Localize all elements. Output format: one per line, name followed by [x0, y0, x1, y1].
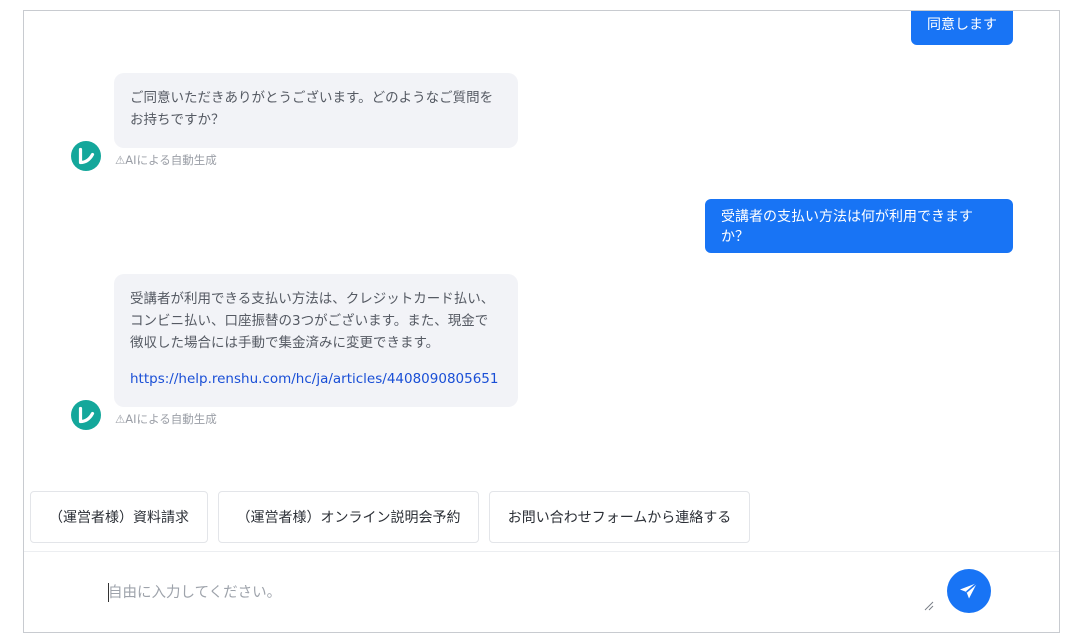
bot-message-bubble: 受講者が利用できる支払い方法は、クレジットカード払い、 コンビニ払い、口座振替の…	[114, 274, 518, 407]
bot-message-bubble: ご同意いただきありがとうございます。どのようなご質問を お持ちですか？	[114, 73, 518, 148]
user-message-bubble: 受講者の支払い方法は何が利用できますか？	[705, 199, 1013, 253]
bot-message-line: コンビニ払い、口座振替の3つがございます。また、現金で	[130, 313, 489, 329]
quick-reply-label: （運営者様）オンライン説明会予約	[236, 510, 461, 526]
bot-message-line: お持ちですか？	[130, 112, 225, 128]
ai-generated-note: ⚠AIによる自動生成	[115, 412, 217, 426]
bot-logo-icon	[78, 406, 95, 424]
quick-reply-label: お問い合わせフォームから連絡する	[507, 510, 732, 526]
paper-plane-icon	[960, 582, 978, 599]
user-message-text: 受講者の支払い方法は何が利用できますか？	[721, 209, 973, 245]
quick-reply-label: （運営者様）資料請求	[49, 510, 189, 526]
bot-avatar	[71, 400, 101, 430]
quick-reply-online-briefing[interactable]: （運営者様）オンライン説明会予約	[218, 491, 479, 543]
resize-grip-icon[interactable]	[922, 599, 934, 611]
quick-reply-document-request[interactable]: （運営者様）資料請求	[30, 491, 208, 543]
bot-avatar	[71, 141, 101, 171]
user-message-bubble: 同意します	[911, 11, 1013, 45]
bot-logo-icon	[78, 147, 95, 165]
bot-message-line: ご同意いただきありがとうございます。どのようなご質問を	[130, 90, 494, 106]
user-message-text: 同意します	[927, 17, 997, 33]
composer-divider	[24, 551, 1059, 552]
help-article-link[interactable]: https://help.renshu.com/hc/ja/articles/4…	[130, 368, 502, 390]
chat-window: 同意します ご同意いただきありがとうございます。どのようなご質問を お持ちですか…	[23, 10, 1060, 633]
message-input[interactable]	[108, 575, 934, 619]
quick-reply-contact-form[interactable]: お問い合わせフォームから連絡する	[489, 491, 750, 543]
send-button[interactable]	[947, 569, 991, 613]
text-caret	[108, 583, 109, 602]
ai-generated-note: ⚠AIによる自動生成	[115, 153, 217, 167]
bot-message-line: 受講者が利用できる支払い方法は、クレジットカード払い、	[130, 291, 495, 307]
bot-message-line: 徴収した場合には手動で集金済みに変更できます。	[130, 335, 440, 351]
